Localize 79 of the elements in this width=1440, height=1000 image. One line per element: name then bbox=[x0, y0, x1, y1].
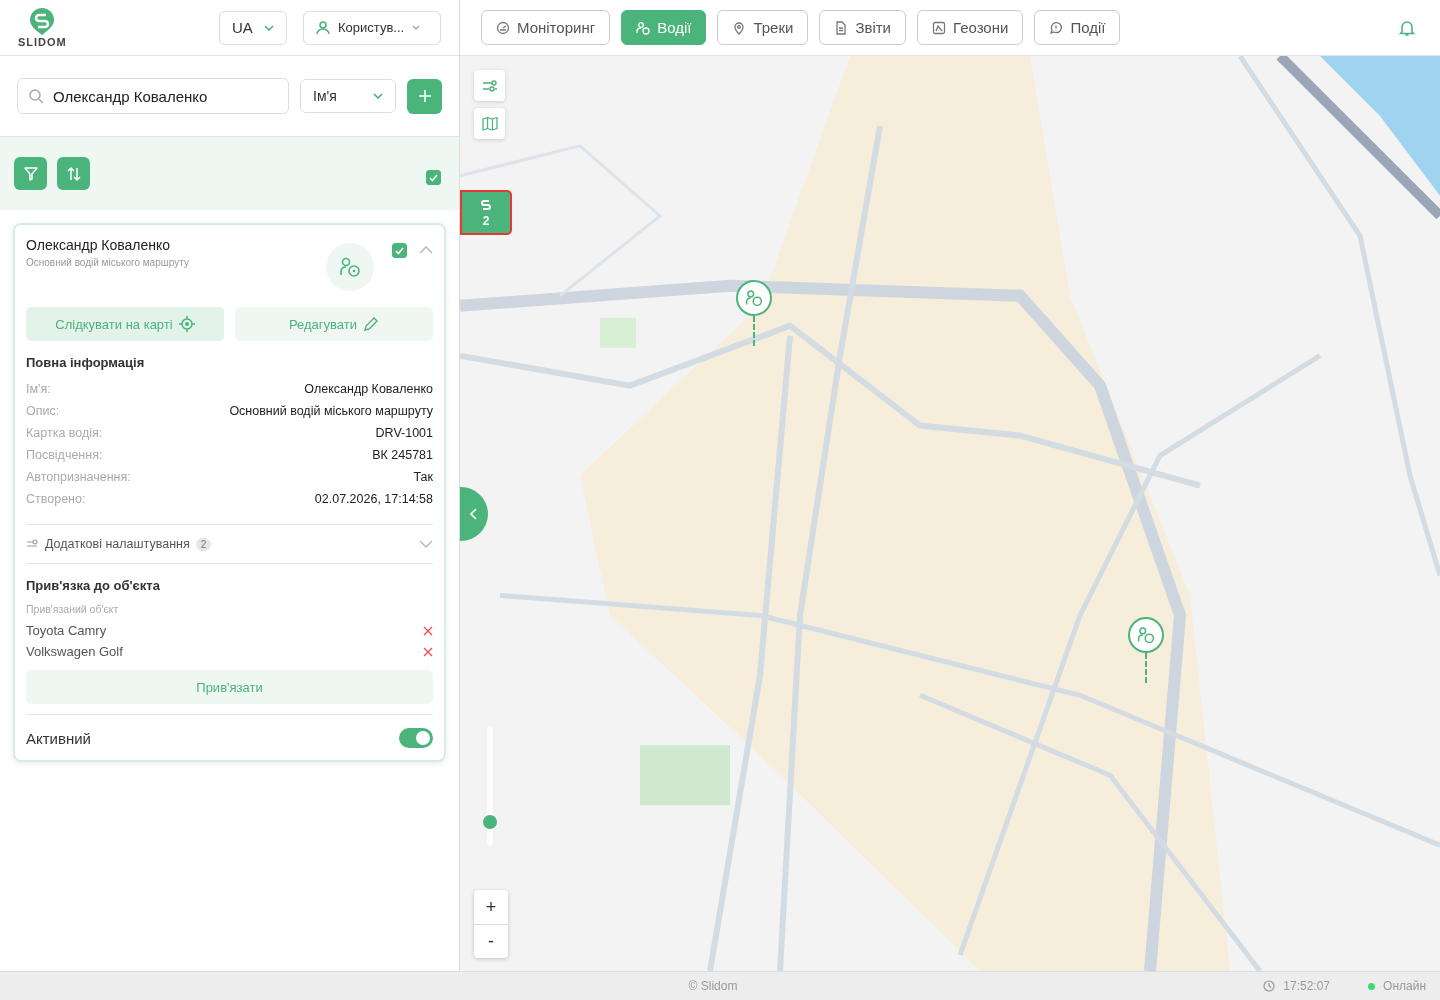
driver-icon bbox=[339, 256, 361, 278]
field-select[interactable]: Ім'я bbox=[300, 79, 396, 113]
driver-icon bbox=[1137, 626, 1155, 644]
section-title: Прив'язка до об'єкта bbox=[26, 578, 161, 593]
clock-icon bbox=[1263, 980, 1276, 992]
count-badge: 2 bbox=[195, 537, 212, 551]
driver-marker[interactable] bbox=[736, 280, 772, 346]
filter-button[interactable] bbox=[14, 157, 47, 190]
extra-settings-label: Додаткові налаштування bbox=[45, 537, 190, 551]
field-value: Олександр Коваленко bbox=[304, 382, 433, 398]
field-label: Автопризначення: bbox=[26, 470, 131, 486]
field-label: Створено: bbox=[26, 492, 86, 508]
map-layers-button[interactable] bbox=[474, 108, 505, 139]
connection-status: Онлайн bbox=[1383, 979, 1426, 993]
bound-object-label: Прив'язаний об'єкт bbox=[26, 603, 120, 615]
sort-button[interactable] bbox=[57, 157, 90, 190]
add-button[interactable] bbox=[407, 78, 442, 114]
caret-icon bbox=[264, 24, 274, 31]
document-icon bbox=[834, 20, 849, 35]
field-label: Опис: bbox=[26, 404, 60, 420]
select-all-checkbox[interactable] bbox=[426, 170, 441, 185]
pin-icon bbox=[732, 20, 747, 35]
logo-text: SLIDOM bbox=[18, 36, 67, 48]
notification-icon[interactable] bbox=[1398, 18, 1416, 37]
clock-time: 17:52:07 bbox=[1283, 979, 1331, 993]
field-value: ВК 245781 bbox=[372, 448, 433, 464]
language-select[interactable]: UA bbox=[219, 10, 287, 45]
nav-tab[interactable]: Геозони bbox=[917, 10, 1024, 45]
collapse-icon[interactable] bbox=[419, 246, 433, 254]
search-field[interactable]: Олександр Коваленко bbox=[17, 78, 289, 114]
field-label: Посвідчення: bbox=[26, 448, 103, 464]
search-icon bbox=[28, 88, 44, 104]
sliders-icon bbox=[26, 539, 39, 549]
field-value: DRV-1001 bbox=[375, 426, 433, 442]
nav-tab[interactable]: Звіти bbox=[819, 10, 906, 45]
check-icon bbox=[429, 173, 438, 182]
copyright-text: © Slidom bbox=[688, 979, 738, 993]
field-value: Основний водій міського маршруту bbox=[229, 404, 433, 420]
driver-marker[interactable] bbox=[1128, 617, 1164, 683]
filter-icon bbox=[22, 165, 39, 182]
zoom-out-button[interactable]: - bbox=[474, 924, 508, 958]
user-menu[interactable]: Користув... bbox=[303, 10, 441, 45]
field-label: Ім'я: bbox=[26, 382, 51, 398]
driver-description: Основний водій міського маршруту bbox=[26, 257, 190, 268]
cluster-count: 2 bbox=[482, 214, 490, 228]
person-icon bbox=[636, 20, 651, 35]
user-icon bbox=[316, 20, 330, 35]
chevron-left-icon bbox=[470, 508, 478, 520]
caret-icon bbox=[412, 25, 421, 30]
driver-checkbox[interactable] bbox=[392, 243, 407, 258]
logo-icon bbox=[29, 7, 56, 35]
nav-tab[interactable]: Моніторинг bbox=[481, 10, 611, 45]
sort-icon bbox=[65, 165, 82, 182]
bound-object: Volkswagen Golf bbox=[26, 644, 123, 659]
nav-tab[interactable]: Треки bbox=[717, 10, 809, 45]
bound-object: Toyota Camry bbox=[26, 623, 107, 638]
nav-tab[interactable]: Події bbox=[1034, 10, 1121, 45]
polygon-icon bbox=[932, 20, 946, 35]
remove-icon[interactable] bbox=[423, 625, 433, 636]
driver-name: Олександр Коваленко bbox=[26, 237, 172, 253]
field-value: 02.07.2026, 17:14:58 bbox=[314, 492, 433, 508]
zoom-in-button[interactable]: + bbox=[474, 890, 508, 924]
gauge-icon bbox=[496, 20, 510, 35]
field-label: Картка водія: bbox=[26, 426, 103, 442]
sliders-icon bbox=[481, 78, 498, 93]
target-icon bbox=[178, 316, 195, 332]
check-icon bbox=[395, 246, 404, 255]
remove-icon[interactable] bbox=[423, 646, 433, 657]
map-icon bbox=[481, 115, 498, 132]
active-toggle[interactable] bbox=[399, 728, 433, 748]
caret-icon bbox=[373, 93, 383, 99]
active-label: Активний bbox=[26, 729, 91, 747]
plus-icon bbox=[417, 89, 432, 103]
chat-icon bbox=[1049, 20, 1064, 35]
driver-icon bbox=[745, 289, 763, 307]
field-value: Так bbox=[413, 470, 433, 486]
section-title: Повна інформація bbox=[26, 355, 146, 370]
settings-button[interactable] bbox=[474, 70, 505, 101]
pencil-icon bbox=[363, 316, 379, 332]
